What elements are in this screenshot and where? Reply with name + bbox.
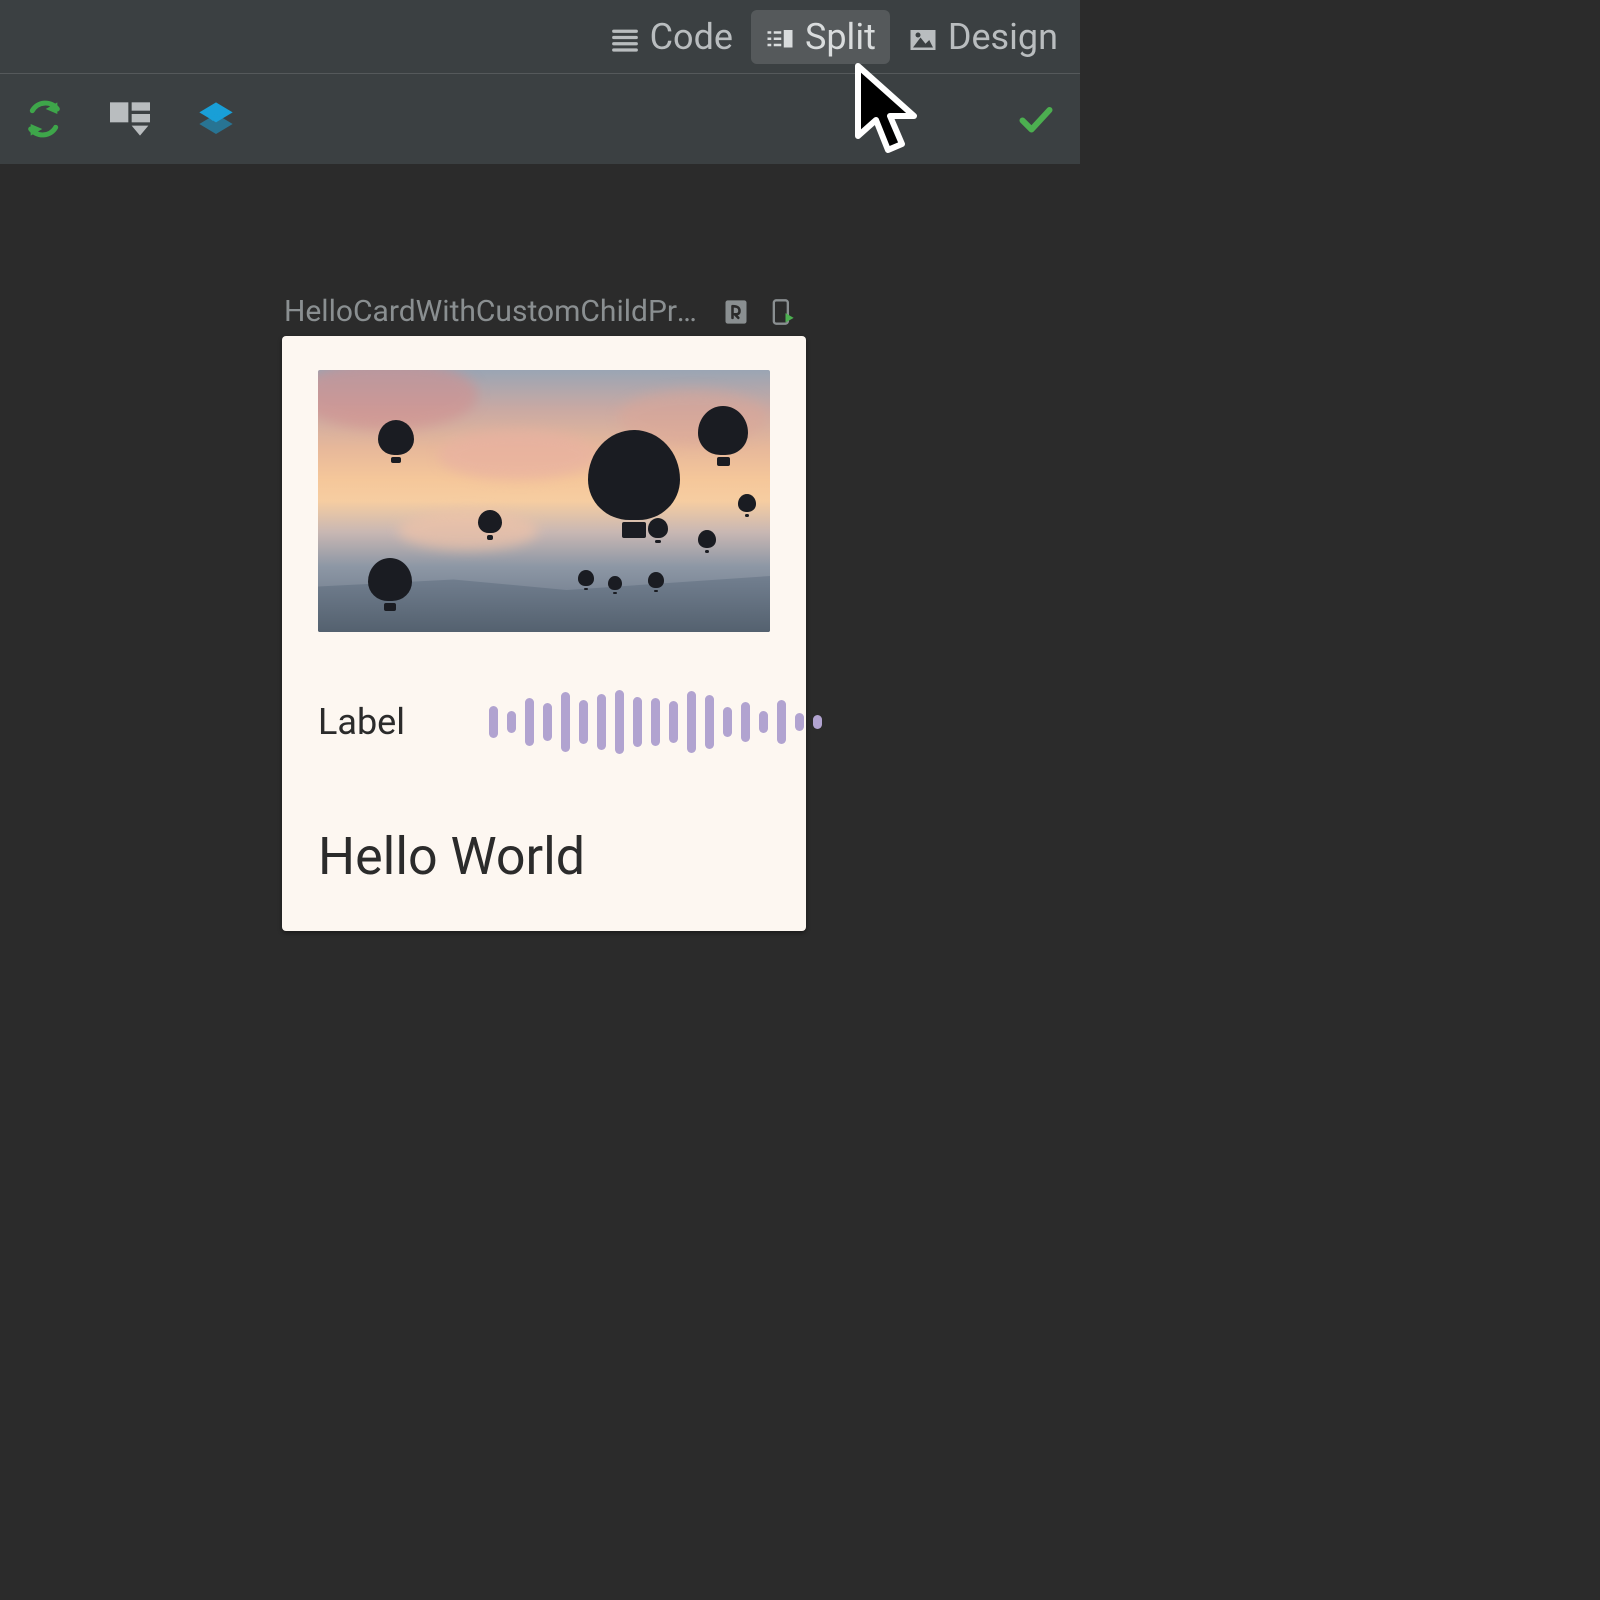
preview-card[interactable]: Label Hello World (282, 336, 806, 931)
list-lines-icon (610, 22, 640, 52)
layers-button[interactable] (196, 99, 236, 139)
preview-toolbar (0, 74, 1080, 164)
tab-design[interactable]: Design (894, 10, 1072, 64)
image-icon (908, 22, 938, 52)
interactive-preview-icon[interactable] (722, 298, 750, 326)
card-label-row: Label (318, 690, 770, 754)
design-canvas[interactable]: HelloCardWithCustomChildPrev... Label He… (0, 164, 1600, 1600)
tab-design-label: Design (948, 16, 1058, 58)
refresh-button[interactable] (24, 99, 64, 139)
layout-options-button[interactable] (110, 99, 150, 139)
card-label: Label (318, 701, 405, 743)
preview-header: HelloCardWithCustomChildPrev... (284, 294, 796, 329)
run-on-device-icon[interactable] (768, 298, 796, 326)
waveform-icon (489, 690, 822, 754)
tab-code[interactable]: Code (596, 10, 747, 64)
tab-split[interactable]: Split (751, 10, 890, 64)
split-view-icon (765, 22, 795, 52)
tab-split-label: Split (805, 16, 876, 58)
preview-title: HelloCardWithCustomChildPrev... (284, 294, 704, 329)
status-ok-icon (1016, 99, 1056, 139)
card-image (318, 370, 770, 632)
card-title: Hello World (318, 826, 770, 887)
tab-code-label: Code (650, 16, 733, 58)
view-mode-bar: Code Split Design (0, 0, 1080, 74)
